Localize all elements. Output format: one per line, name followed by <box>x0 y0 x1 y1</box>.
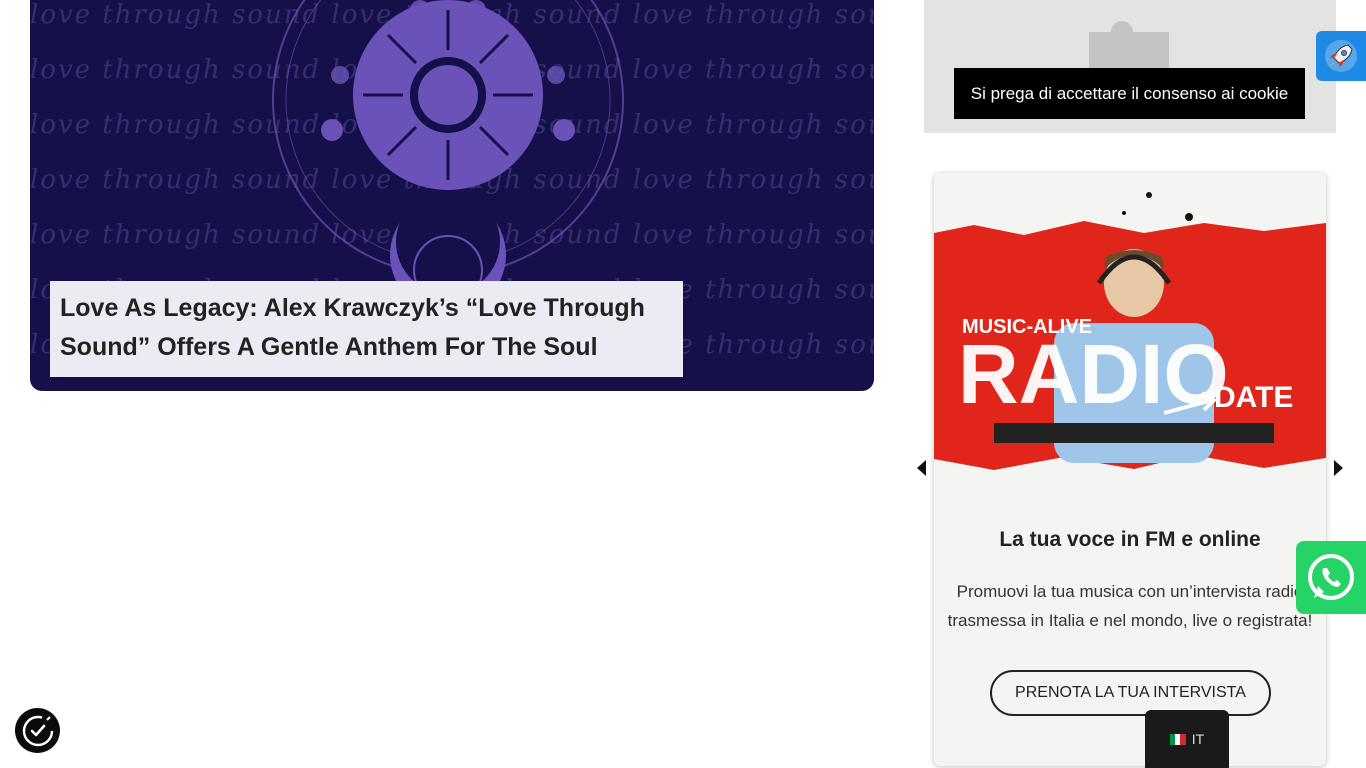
italy-flag-icon <box>1169 733 1186 745</box>
whatsapp-icon <box>1308 553 1354 600</box>
puzzle-icon <box>1089 21 1169 74</box>
language-code: IT <box>1191 731 1205 747</box>
accessibility-button[interactable] <box>15 708 60 753</box>
rocket-badge[interactable] <box>1316 31 1366 81</box>
promo-heading: La tua voce in FM e online <box>999 528 1261 551</box>
promo-image-sub: DATE <box>1214 381 1293 414</box>
post-title[interactable]: Love As Legacy: Alex Krawczyk’s “Love Th… <box>60 289 673 367</box>
whatsapp-button[interactable] <box>1296 541 1366 614</box>
chevron-right-icon[interactable] <box>1334 460 1343 476</box>
promo-text: Promuovi la tua musica con un’intervista… <box>947 582 1313 630</box>
language-switcher[interactable]: IT <box>1145 710 1229 768</box>
book-interview-button[interactable]: PRENOTA LA TUA INTERVISTA <box>990 670 1271 716</box>
rocket-icon <box>1325 40 1357 72</box>
post-title-box[interactable]: Love As Legacy: Alex Krawczyk’s “Love Th… <box>50 281 683 377</box>
chevron-left-icon[interactable] <box>917 460 926 476</box>
cookie-placeholder: Si prega di accettare il consenso ai coo… <box>924 0 1336 133</box>
featured-post-card[interactable]: love through sound love through sound lo… <box>30 0 874 391</box>
promo-card: MUSIC-ALIVE RADIO DATE La tua voce in FM… <box>934 173 1326 766</box>
accept-cookies-button[interactable]: Si prega di accettare il consenso ai coo… <box>954 68 1305 119</box>
promo-image: MUSIC-ALIVE RADIO DATE <box>934 173 1326 493</box>
accessibility-icon <box>22 715 53 746</box>
